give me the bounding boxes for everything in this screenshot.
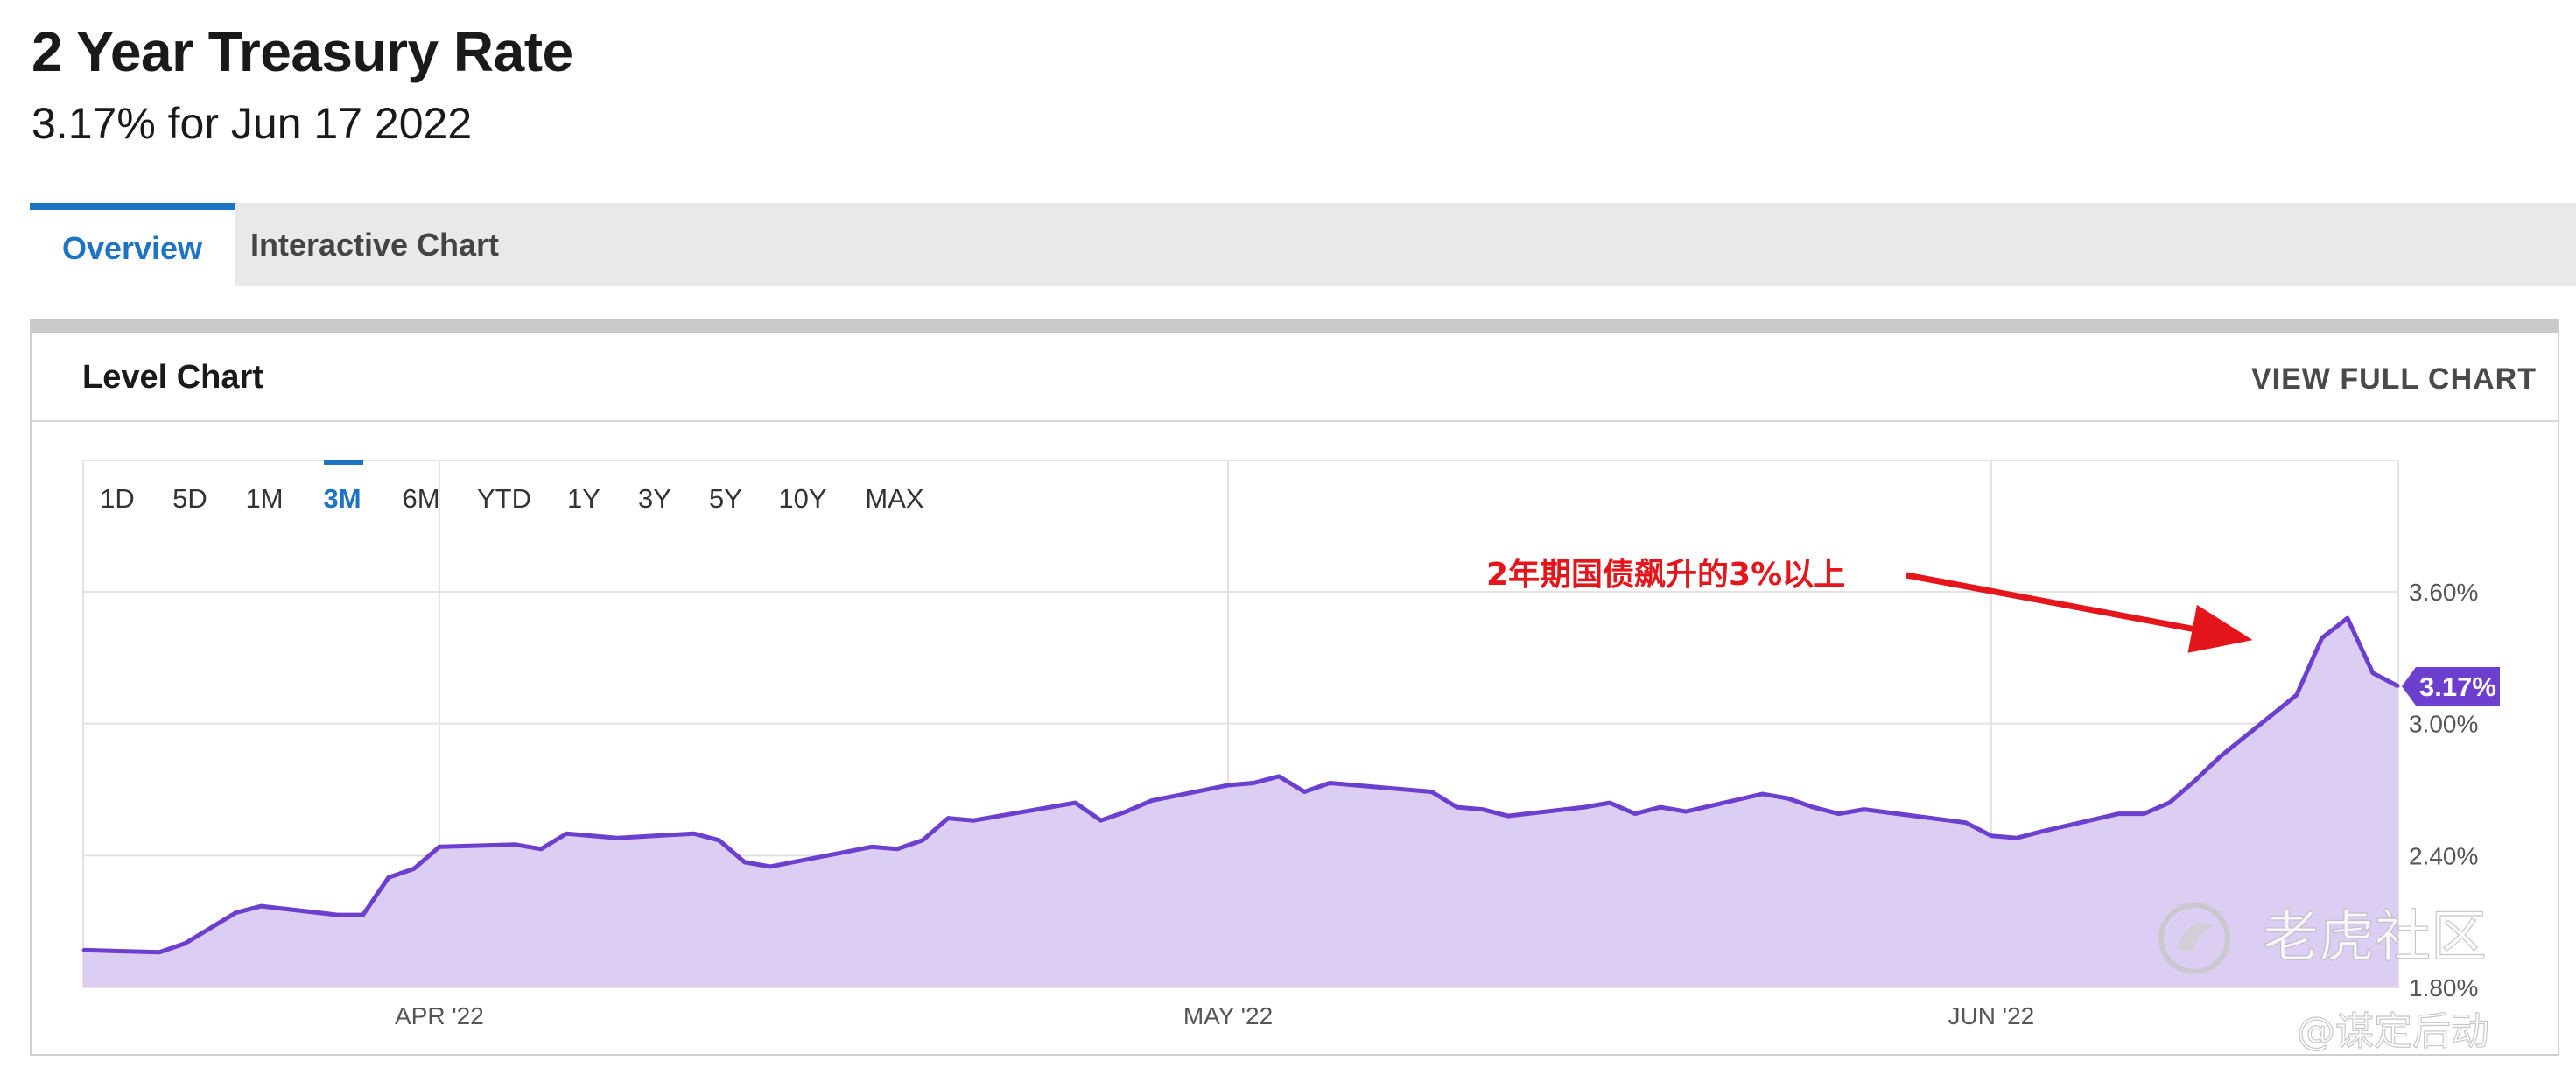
data-point (1481, 808, 1485, 811)
data-point (870, 845, 874, 848)
annotation-arrow (1906, 572, 2253, 653)
data-point (1456, 805, 1459, 809)
series-area (83, 618, 2398, 987)
data-point (565, 832, 568, 835)
data-point (2142, 812, 2145, 816)
range-button-max[interactable]: MAX (865, 483, 924, 514)
data-point (2397, 685, 2400, 688)
data-point (1812, 805, 1814, 809)
data-point (2371, 671, 2375, 675)
data-point (1150, 799, 1154, 803)
y-tick-label: 2.40% (2409, 842, 2478, 869)
data-point (2346, 616, 2349, 620)
data-point (743, 861, 747, 864)
data-point (1099, 819, 1103, 822)
data-point (438, 845, 441, 848)
data-point (412, 867, 416, 870)
data-point (260, 904, 263, 908)
data-point (1430, 790, 1433, 793)
data-point (718, 839, 721, 842)
range-button-5y[interactable]: 5Y (709, 483, 742, 514)
data-point (921, 839, 924, 842)
data-point (946, 817, 950, 820)
data-point (1990, 834, 1993, 838)
data-point (1863, 808, 1866, 811)
data-point (1964, 821, 1968, 825)
data-point (2193, 779, 2196, 783)
data-point (387, 875, 390, 879)
x-tick-label: APR '22 (395, 1002, 484, 1029)
y-tick-label: 1.80% (2409, 974, 2478, 1001)
watermark-handle: @谋定后动 (2297, 1009, 2489, 1054)
data-point (361, 913, 365, 917)
range-button-3y[interactable]: 3Y (638, 483, 671, 514)
data-point (1633, 812, 1637, 816)
data-point (1583, 805, 1586, 809)
annotation: 2年期国债飙升的3%以上 (1486, 557, 2253, 653)
last-value-label: 3.17% (2419, 671, 2496, 702)
range-button-1d[interactable]: 1D (100, 483, 135, 514)
range-button-5d[interactable]: 5D (172, 483, 207, 514)
data-point (1302, 790, 1306, 793)
data-point (1404, 788, 1407, 791)
data-point (590, 834, 593, 838)
y-tick-label: 3.00% (2409, 711, 2478, 738)
data-point (1252, 782, 1255, 784)
data-point (1226, 783, 1230, 787)
data-point (1786, 797, 1789, 800)
data-point (234, 911, 237, 915)
range-button-ytd[interactable]: YTD (477, 483, 531, 514)
y-tick-label: 3.60% (2409, 579, 2478, 606)
range-button-1m[interactable]: 1M (245, 483, 283, 514)
data-point (1506, 814, 1510, 818)
data-point (1659, 805, 1662, 809)
watermark-brand: 老虎社区 (2263, 905, 2487, 970)
data-point (81, 948, 85, 952)
range-button-3m[interactable]: 3M (323, 483, 361, 514)
data-point (2040, 830, 2044, 833)
data-point (1277, 775, 1281, 778)
data-point (2219, 755, 2222, 758)
data-point (539, 847, 543, 851)
data-point (1837, 812, 1840, 816)
data-point (1125, 810, 1128, 813)
data-point (2167, 801, 2171, 804)
range-button-1y[interactable]: 1Y (567, 483, 600, 514)
data-point (2320, 636, 2324, 640)
data-point (1608, 801, 1611, 804)
data-point (692, 832, 696, 835)
last-value-badge: 3.17% (2402, 666, 2500, 706)
data-point (183, 942, 186, 945)
range-active-indicator (324, 460, 363, 465)
data-point (972, 819, 975, 822)
data-point (1074, 801, 1077, 804)
data-point (158, 951, 161, 954)
data-point (2295, 693, 2299, 697)
data-point (1684, 810, 1688, 813)
data-point (615, 836, 619, 840)
data-point (2116, 812, 2120, 816)
data-point (1049, 805, 1051, 809)
range-selector: 1D 5D 1M 3M 6M YTD 1Y 3Y 5Y 10Y MAX (100, 483, 924, 514)
data-point (208, 926, 212, 930)
chart-area: 3.60% 3.00% 2.40% 1.80% APR '22 MAY '22 JUN '… (81, 460, 2500, 1055)
data-point (769, 865, 772, 868)
range-button-10y[interactable]: 10Y (778, 483, 826, 514)
data-point (336, 913, 340, 917)
data-point (1760, 792, 1764, 796)
annotation-text: 2年期国债飙升的3%以上 (1486, 557, 1845, 593)
data-point (895, 847, 899, 851)
data-point (1328, 782, 1331, 784)
data-point (2015, 836, 2018, 840)
range-button-6m[interactable]: 6M (402, 483, 439, 514)
x-axis-labels: APR '22 MAY '22 JUN '22 (395, 1002, 2034, 1029)
x-tick-label: JUN '22 (1948, 1002, 2035, 1029)
x-tick-label: MAY '22 (1183, 1002, 1273, 1029)
data-point (514, 843, 517, 847)
